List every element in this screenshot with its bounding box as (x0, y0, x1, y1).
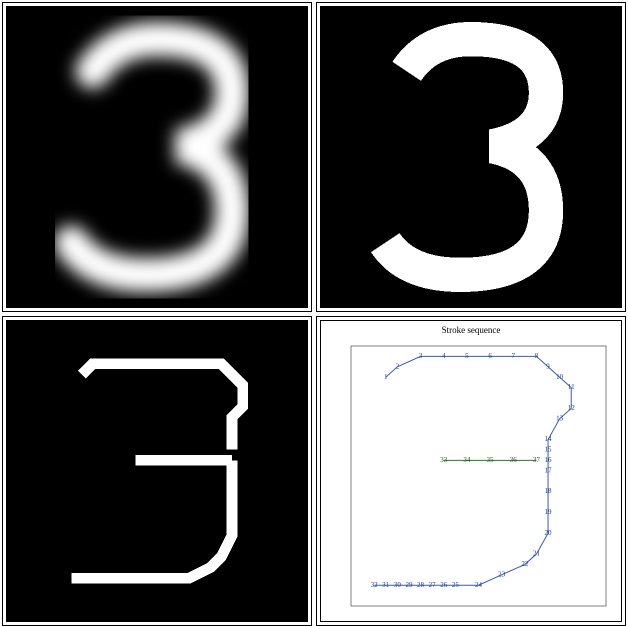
svg-text:3: 3 (419, 352, 423, 360)
svg-text:14: 14 (545, 435, 553, 443)
svg-text:30: 30 (394, 581, 402, 589)
svg-text:23: 23 (498, 570, 506, 578)
svg-text:18: 18 (545, 487, 553, 495)
svg-text:34: 34 (463, 456, 471, 464)
svg-text:25: 25 (452, 581, 460, 589)
svg-text:31: 31 (382, 581, 390, 589)
svg-text:35: 35 (487, 456, 495, 464)
svg-text:22: 22 (521, 560, 529, 568)
svg-text:27: 27 (429, 581, 437, 589)
binary-digit-image (320, 6, 622, 308)
svg-text:17: 17 (545, 466, 553, 474)
grayscale-digit-image (6, 6, 308, 308)
svg-text:21: 21 (533, 550, 541, 558)
svg-text:19: 19 (545, 508, 553, 516)
skeleton-digit-image (6, 320, 308, 622)
svg-text:28: 28 (417, 581, 425, 589)
svg-text:11: 11 (568, 383, 575, 391)
svg-text:20: 20 (545, 529, 553, 537)
panel-stroke-sequence: Stroke sequence1234567891011121314151617… (316, 316, 626, 626)
svg-text:13: 13 (556, 414, 564, 422)
svg-text:10: 10 (556, 373, 564, 381)
svg-text:4: 4 (442, 352, 446, 360)
svg-text:26: 26 (440, 581, 448, 589)
svg-text:37: 37 (533, 456, 541, 464)
svg-text:Stroke sequence: Stroke sequence (442, 325, 501, 335)
svg-text:8: 8 (535, 352, 539, 360)
panel-binary (316, 2, 626, 312)
svg-text:5: 5 (465, 352, 469, 360)
svg-text:24: 24 (475, 581, 483, 589)
svg-text:36: 36 (510, 456, 518, 464)
svg-text:1: 1 (384, 373, 388, 381)
svg-text:6: 6 (488, 352, 492, 360)
panel-grayscale (2, 2, 312, 312)
stroke-sequence-plot: Stroke sequence1234567891011121314151617… (320, 320, 622, 622)
svg-text:29: 29 (405, 581, 413, 589)
panel-skeleton (2, 316, 312, 626)
svg-text:15: 15 (545, 446, 553, 454)
svg-text:7: 7 (512, 352, 516, 360)
svg-text:32: 32 (371, 581, 379, 589)
svg-text:16: 16 (545, 456, 553, 464)
svg-text:9: 9 (546, 362, 550, 370)
svg-text:33: 33 (440, 456, 448, 464)
svg-text:12: 12 (568, 404, 576, 412)
svg-text:2: 2 (396, 362, 400, 370)
